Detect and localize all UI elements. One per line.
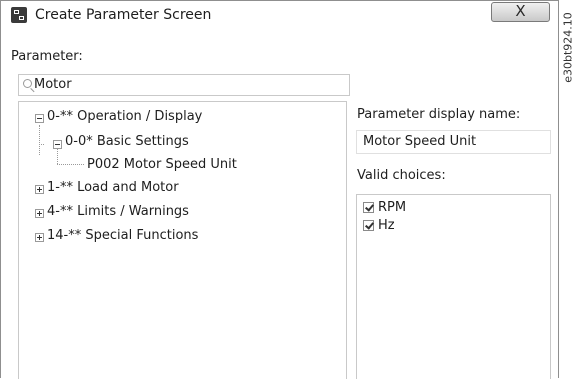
tree-item-group-4[interactable]: 4-** Limits / Warnings bbox=[47, 204, 189, 219]
window-title: Create Parameter Screen bbox=[35, 7, 212, 23]
tree-item-group-1[interactable]: 1-** Load and Motor bbox=[47, 180, 179, 195]
image-code: e30bt924.10 bbox=[561, 4, 575, 92]
tree-item-p002[interactable]: P002 Motor Speed Unit bbox=[87, 157, 237, 172]
search-icon bbox=[23, 79, 32, 88]
expand-icon[interactable] bbox=[35, 185, 44, 194]
tree-line bbox=[57, 149, 58, 164]
choice-label: Hz bbox=[378, 218, 395, 233]
expand-icon[interactable] bbox=[35, 233, 44, 242]
tree-line bbox=[39, 144, 44, 145]
expand-icon[interactable] bbox=[35, 209, 44, 218]
image-code-text: e30bt924.10 bbox=[561, 12, 575, 83]
title-bar: Create Parameter Screen X bbox=[1, 1, 558, 37]
checkbox-checked-icon[interactable] bbox=[363, 220, 374, 231]
valid-choices-list: RPM Hz bbox=[356, 194, 551, 379]
display-name-input[interactable]: Motor Speed Unit bbox=[356, 130, 551, 154]
parameter-label: Parameter: bbox=[11, 49, 83, 64]
choice-label: RPM bbox=[378, 200, 407, 215]
valid-choices-label: Valid choices: bbox=[357, 168, 446, 183]
close-button[interactable]: X bbox=[491, 2, 550, 22]
display-name-value: Motor Speed Unit bbox=[363, 134, 477, 149]
tree-item-basic-settings[interactable]: 0-0* Basic Settings bbox=[65, 134, 189, 149]
parameter-search-input[interactable]: Motor bbox=[18, 74, 350, 96]
app-icon bbox=[11, 7, 27, 23]
tree-line bbox=[39, 125, 40, 155]
close-icon: X bbox=[515, 2, 526, 20]
search-value: Motor bbox=[34, 77, 72, 92]
tree-line bbox=[57, 164, 84, 165]
parameter-tree: 0-** Operation / Display 0-0* Basic Sett… bbox=[18, 101, 347, 379]
tree-item-group-0[interactable]: 0-** Operation / Display bbox=[47, 109, 202, 124]
create-parameter-dialog: Create Parameter Screen X Parameter: Mot… bbox=[0, 0, 559, 379]
collapse-icon[interactable] bbox=[53, 140, 62, 149]
display-name-label: Parameter display name: bbox=[357, 107, 521, 122]
tree-item-group-14[interactable]: 14-** Special Functions bbox=[47, 228, 198, 243]
collapse-icon[interactable] bbox=[35, 114, 44, 123]
checkbox-checked-icon[interactable] bbox=[363, 202, 374, 213]
